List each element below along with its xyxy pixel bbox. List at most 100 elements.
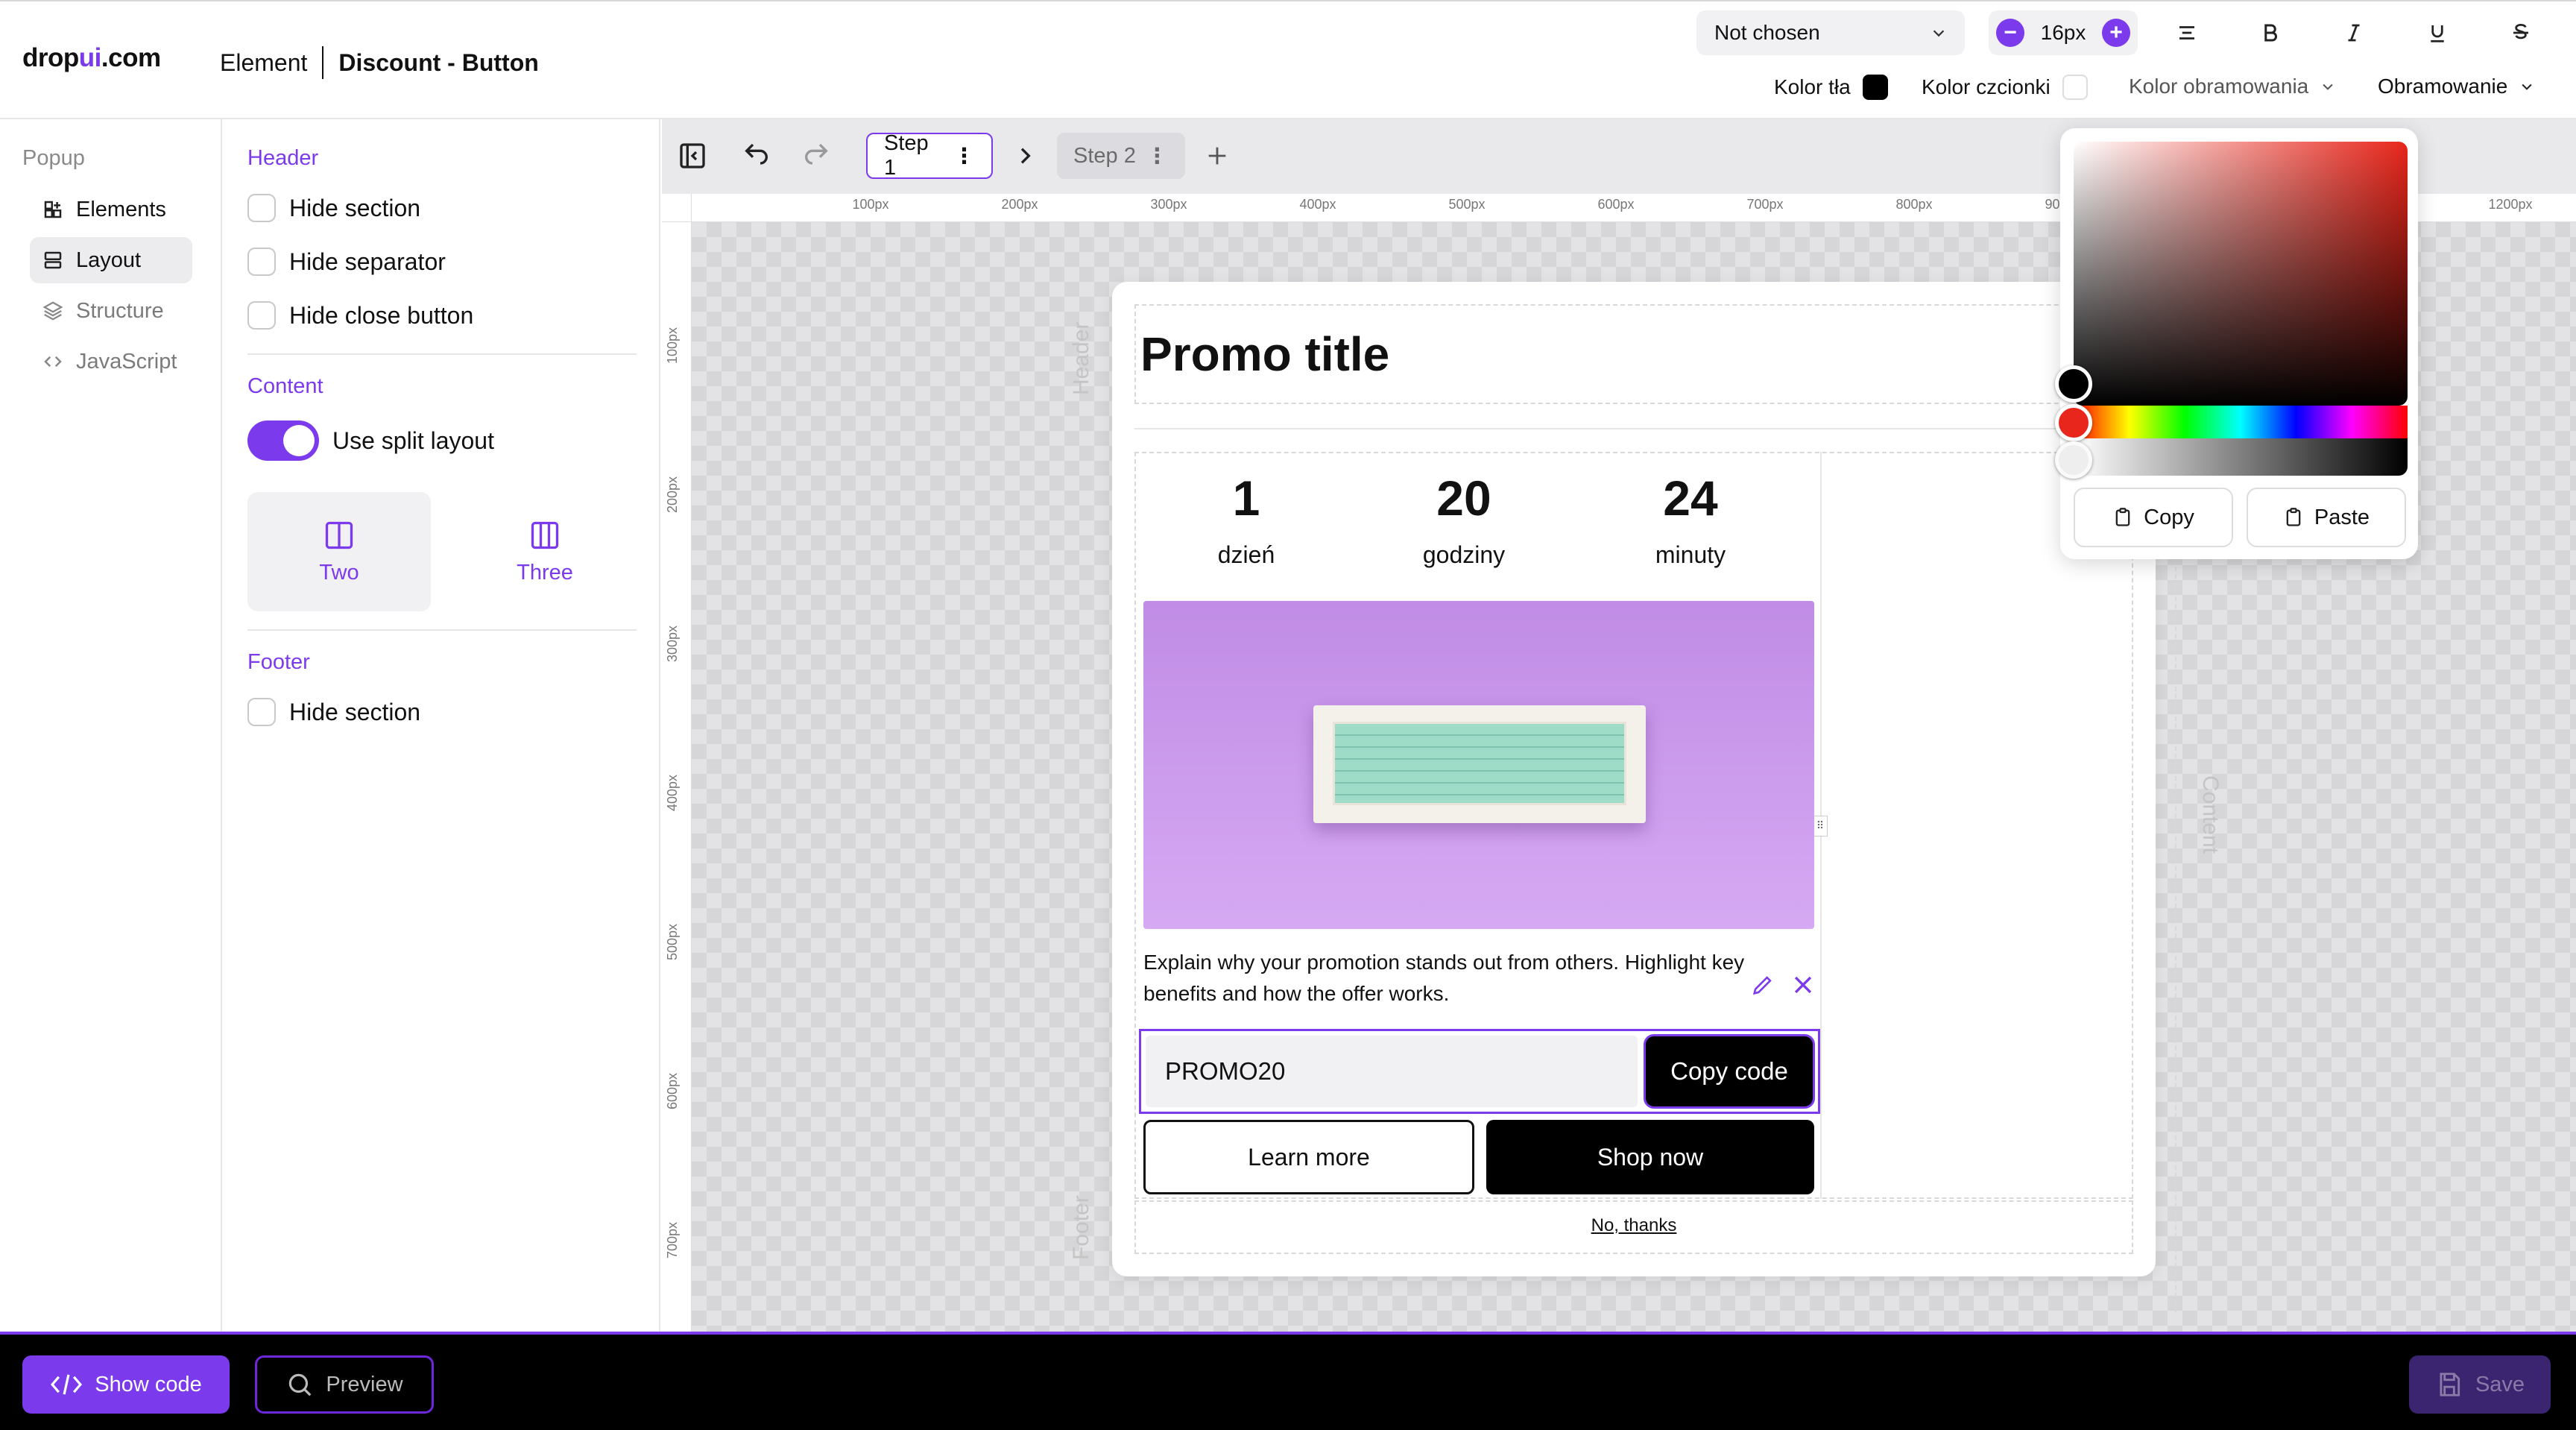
shop-now-button[interactable]: Shop now: [1486, 1120, 1814, 1194]
hide-close-button-checkbox[interactable]: Hide close button: [247, 301, 473, 330]
content-zone-label: Content: [2198, 775, 2223, 854]
border-color-dropdown[interactable]: Kolor obramowania: [2129, 75, 2335, 98]
divider: [247, 629, 637, 631]
font-select[interactable]: Not chosen: [1696, 10, 1965, 55]
hue-slider[interactable]: [2074, 406, 2408, 438]
sidebar-item-structure[interactable]: Structure: [30, 288, 192, 334]
checkbox[interactable]: [247, 301, 276, 330]
ruler-corner: [662, 194, 692, 222]
undo-icon[interactable]: [736, 136, 777, 176]
ruler-tick: 500px: [1448, 197, 1486, 212]
promo-description[interactable]: Explain why your promotion stands out fr…: [1143, 947, 1814, 1009]
saturation-area[interactable]: [2074, 142, 2408, 406]
chevron-right-icon[interactable]: [1005, 136, 1045, 176]
italic-icon[interactable]: [2336, 15, 2372, 51]
increase-size-button[interactable]: +: [2102, 19, 2130, 47]
split-layout-toggle[interactable]: Use split layout: [247, 421, 494, 461]
paste-color-button[interactable]: Paste: [2247, 488, 2406, 547]
step-1-tab[interactable]: Step 1 ⋮: [866, 131, 993, 180]
copy-code-button[interactable]: Copy code: [1644, 1034, 1815, 1109]
preview-button[interactable]: Preview: [255, 1355, 434, 1414]
chevron-down-icon: [2519, 79, 2534, 94]
layout-option-label: Two: [319, 560, 359, 585]
checkbox[interactable]: [247, 194, 276, 222]
sidebar-item-label: Elements: [76, 197, 166, 221]
close-icon[interactable]: [1790, 972, 1816, 998]
breadcrumb-separator: [322, 46, 324, 79]
checkbox[interactable]: [247, 248, 276, 276]
hide-separator-checkbox[interactable]: Hide separator: [247, 248, 446, 276]
two-columns-icon: [323, 519, 356, 561]
clipboard-icon: [2112, 507, 2144, 528]
alpha-slider[interactable]: [2074, 438, 2408, 476]
ruler-tick: 200px: [665, 476, 680, 513]
sidebar-item-layout[interactable]: Layout: [30, 237, 192, 283]
underline-icon[interactable]: [2419, 15, 2455, 51]
more-vertical-icon[interactable]: ⋮: [1146, 143, 1168, 169]
edit-icon[interactable]: [1750, 972, 1775, 998]
sidebar-item-elements[interactable]: Elements: [30, 186, 192, 233]
vertical-ruler: 100px 200px 300px 400px 500px 600px 700p…: [662, 222, 692, 1332]
toggle-label: Use split layout: [332, 426, 494, 454]
countdown-days: 1 dzień: [1172, 470, 1321, 569]
save-button[interactable]: Save: [2409, 1355, 2551, 1414]
sidebar-title: Popup: [22, 146, 85, 170]
breadcrumb-element[interactable]: Element: [220, 49, 307, 77]
border-dropdown[interactable]: Obramowanie: [2378, 75, 2534, 98]
promo-code-field[interactable]: PROMO20: [1146, 1036, 1638, 1107]
font-size-stepper: − 16px +: [1989, 10, 2138, 55]
bg-color-label: Kolor tła: [1774, 75, 1851, 98]
bg-color-control[interactable]: Kolor tła: [1774, 75, 1888, 100]
layout-option-two[interactable]: Two: [247, 492, 431, 611]
promo-code-block[interactable]: PROMO20 Copy code: [1139, 1029, 1820, 1114]
layers-icon: [42, 300, 64, 322]
alpha-handle[interactable]: [2055, 441, 2092, 479]
font-color-swatch[interactable]: [2062, 75, 2088, 100]
step-2-tab[interactable]: Step 2 ⋮: [1057, 133, 1185, 179]
saturation-handle[interactable]: [2055, 365, 2092, 403]
sidebar-item-label: Structure: [76, 298, 164, 323]
save-icon: [2435, 1370, 2475, 1399]
step-label: Step 2: [1073, 143, 1136, 168]
header-separator: [1134, 428, 2133, 429]
resize-handle[interactable]: ⠿: [1813, 816, 1828, 837]
ruler-tick: 600px: [1597, 197, 1635, 212]
ruler-tick: 300px: [1150, 197, 1187, 212]
font-color-control[interactable]: Kolor czcionki: [1922, 75, 2088, 100]
paste-label: Paste: [2314, 505, 2370, 529]
learn-more-button[interactable]: Learn more: [1143, 1120, 1474, 1194]
logo[interactable]: dropui.com: [22, 43, 161, 73]
add-step-icon[interactable]: [1197, 136, 1237, 176]
header-section-title: Header: [247, 146, 319, 170]
collapse-panel-icon[interactable]: [672, 136, 713, 176]
step-label: Step 1: [884, 131, 929, 180]
ruler-tick: 300px: [665, 625, 680, 662]
align-center-icon[interactable]: [2169, 15, 2205, 51]
redo-icon[interactable]: [796, 136, 836, 176]
promo-title[interactable]: Promo title: [1140, 327, 1389, 382]
hide-footer-checkbox[interactable]: Hide section: [247, 698, 420, 726]
bg-color-swatch[interactable]: [1862, 75, 1888, 100]
bold-icon[interactable]: [2253, 15, 2288, 51]
hue-handle[interactable]: [2055, 404, 2092, 441]
decrease-size-button[interactable]: −: [1996, 19, 2024, 47]
copy-color-button[interactable]: Copy: [2074, 488, 2233, 547]
ruler-tick: 600px: [665, 1072, 680, 1109]
checkbox-label: Hide section: [289, 698, 421, 725]
sidebar-item-javascript[interactable]: JavaScript: [30, 338, 192, 385]
font-size-value: 16px: [2040, 21, 2086, 44]
promo-image[interactable]: [1143, 601, 1814, 929]
sidebar-item-label: JavaScript: [76, 349, 177, 374]
strikethrough-icon[interactable]: [2503, 15, 2539, 51]
show-code-button[interactable]: Show code: [22, 1355, 230, 1414]
layout-option-three[interactable]: Three: [453, 492, 637, 611]
elements-icon: [42, 198, 64, 221]
checkbox[interactable]: [247, 698, 276, 726]
no-thanks-link[interactable]: No, thanks: [1112, 1215, 2156, 1236]
countdown-unit: dzień: [1217, 541, 1275, 568]
toggle-switch[interactable]: [247, 421, 319, 461]
more-vertical-icon[interactable]: ⋮: [953, 143, 975, 169]
hide-header-checkbox[interactable]: Hide section: [247, 194, 420, 222]
countdown-value: 1: [1232, 470, 1260, 526]
gift-card-graphic: [1313, 705, 1646, 823]
